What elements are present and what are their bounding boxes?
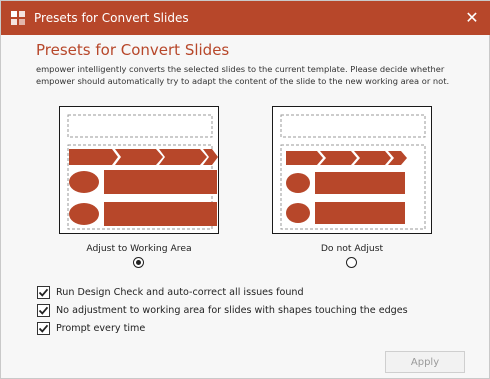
preview-adjust-to-working-area[interactable]	[59, 106, 219, 234]
dialog-heading: Presets for Convert Slides	[36, 41, 230, 59]
close-icon: ✕	[465, 8, 479, 27]
radio-do-not-adjust[interactable]	[346, 257, 357, 268]
title-bar: Presets for Convert Slides ✕	[1, 1, 490, 35]
checkbox-no-adjustment-edges[interactable]	[37, 303, 50, 317]
radio-adjust-to-working-area[interactable]	[133, 257, 144, 268]
checkbox-label-prompt-every-time: Prompt every time	[56, 322, 146, 334]
checkmark-icon	[38, 306, 49, 315]
checkbox-label-no-adjustment-edges: No adjustment to working area for slides…	[56, 304, 408, 316]
apply-button[interactable]: Apply	[385, 351, 465, 373]
dialog-description: empower intelligently converts the selec…	[36, 64, 450, 86]
checkbox-row-design-check[interactable]: Run Design Check and auto-correct all is…	[37, 285, 304, 299]
checkbox-label-design-check: Run Design Check and auto-correct all is…	[56, 286, 304, 298]
option-label-do-not-adjust: Do not Adjust	[320, 243, 384, 254]
option-label-adjust: Adjust to Working Area	[86, 243, 192, 254]
checkmark-icon	[38, 288, 49, 297]
checkbox-row-prompt-every-time[interactable]: Prompt every time	[37, 321, 145, 335]
window-title: Presets for Convert Slides	[34, 11, 189, 25]
checkmark-icon	[38, 324, 49, 333]
checkbox-row-no-adjustment-edges[interactable]: No adjustment to working area for slides…	[37, 303, 408, 317]
close-button[interactable]: ✕	[453, 1, 490, 35]
slide-preview-adjusted-illustration	[67, 114, 218, 230]
radio-selected-dot	[136, 260, 141, 265]
dialog-window: Presets for Convert Slides ✕ Presets for…	[0, 0, 490, 379]
preview-do-not-adjust[interactable]	[272, 106, 432, 234]
checkbox-prompt-every-time[interactable]	[37, 321, 50, 335]
powerpoint-icon	[10, 10, 26, 26]
slide-preview-unadjusted-illustration	[280, 114, 426, 230]
checkbox-design-check[interactable]	[37, 285, 50, 299]
